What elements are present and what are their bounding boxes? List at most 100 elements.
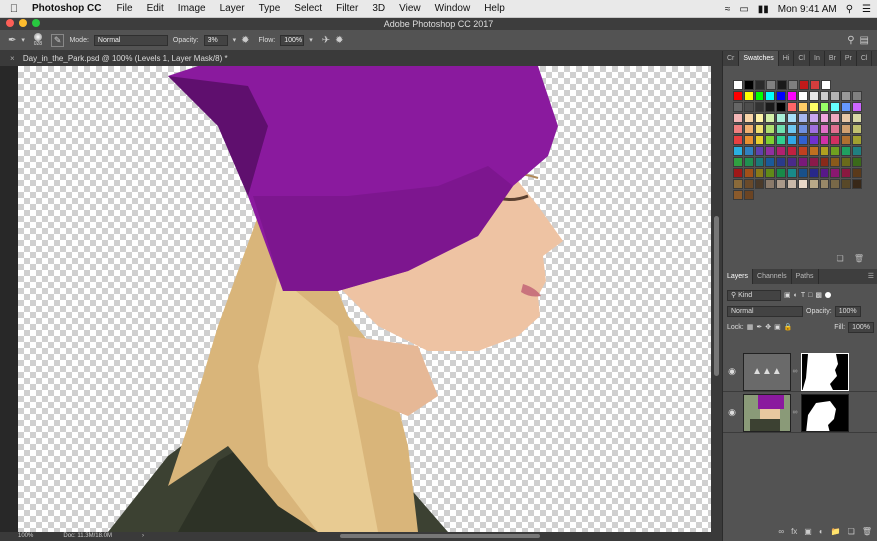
swatch[interactable] [743, 124, 754, 134]
swatch[interactable] [819, 168, 830, 178]
clock[interactable]: Mon 9:41 AM [778, 4, 837, 15]
swatch[interactable] [776, 157, 787, 167]
menu-3d[interactable]: 3D [365, 3, 392, 14]
menu-help[interactable]: Help [477, 3, 512, 14]
blend-mode-select[interactable]: Normal [727, 305, 803, 317]
eye-icon[interactable]: ◉ [723, 366, 741, 377]
swatch[interactable] [733, 113, 743, 123]
swatch[interactable] [830, 157, 841, 167]
swatch[interactable] [733, 135, 743, 145]
swatch[interactable] [787, 102, 797, 112]
tab-brushes[interactable]: Br [825, 51, 841, 66]
swatch[interactable] [765, 157, 776, 167]
swatch[interactable] [776, 124, 787, 134]
swatch[interactable] [776, 179, 787, 189]
swatch[interactable] [830, 135, 841, 145]
zoom-window-button[interactable] [32, 19, 40, 27]
swatch[interactable] [765, 102, 776, 112]
eye-icon[interactable]: ◉ [723, 407, 741, 418]
chevron-right-icon[interactable]: › [142, 532, 144, 541]
photo-layer-thumbnail[interactable] [743, 393, 791, 432]
chevron-down-icon[interactable]: ▾ [309, 36, 313, 44]
filter-pixel-icon[interactable]: ▣ [784, 291, 791, 299]
vertical-scrollbar[interactable] [711, 66, 722, 532]
swatch[interactable] [776, 113, 787, 123]
layer-row-photo[interactable]: ◉ ∞ [723, 393, 877, 433]
swatch[interactable] [733, 157, 743, 167]
swatch[interactable] [765, 135, 776, 145]
swatch[interactable] [733, 190, 743, 200]
swatch[interactable] [808, 113, 819, 123]
link-icon[interactable]: ∞ [791, 368, 799, 375]
close-window-button[interactable] [6, 19, 14, 27]
chevron-down-icon[interactable]: ▾ [233, 36, 237, 44]
lock-artboard-icon[interactable]: ▣ [774, 323, 781, 331]
swatch[interactable] [754, 102, 765, 112]
menu-view[interactable]: View [392, 3, 428, 14]
swatch[interactable] [819, 113, 830, 123]
levels-adjustment-thumbnail[interactable]: ▲▲▲ [743, 352, 791, 391]
tab-history[interactable]: Hi [779, 51, 795, 66]
swatch[interactable] [743, 168, 754, 178]
swatch[interactable] [743, 157, 754, 167]
layer-mask-thumbnail[interactable] [801, 352, 849, 391]
swatch[interactable] [852, 113, 862, 123]
airplay-icon[interactable]: ▭ [739, 4, 748, 15]
document-tab[interactable]: × Day_in_the_Park.psd @ 100% (Levels 1, … [0, 51, 722, 66]
swatch[interactable] [765, 179, 776, 189]
swatch[interactable] [754, 146, 765, 156]
swatch[interactable] [733, 124, 743, 134]
notification-center-icon[interactable]: ☰ [862, 4, 871, 15]
swatch[interactable] [787, 179, 797, 189]
swatch[interactable] [841, 124, 852, 134]
search-icon[interactable]: ⚲ [846, 4, 853, 15]
swatch[interactable] [787, 91, 797, 101]
swatch[interactable] [808, 124, 819, 134]
swatch[interactable] [852, 91, 862, 101]
zoom-level[interactable]: 100% [18, 532, 33, 541]
apple-icon[interactable]:  [0, 3, 28, 15]
menu-type[interactable]: Type [252, 3, 288, 14]
new-layer-icon[interactable]: ❏ [848, 527, 855, 541]
swatch[interactable] [852, 168, 862, 178]
document-canvas[interactable] [18, 66, 711, 532]
swatch[interactable] [808, 135, 819, 145]
trash-icon[interactable]: 🗑 [862, 527, 872, 541]
doc-size[interactable]: Doc: 11.3M/18.0M [63, 532, 112, 541]
swatch[interactable] [830, 168, 841, 178]
swatch[interactable] [830, 124, 841, 134]
swatch[interactable] [830, 113, 841, 123]
swatch[interactable] [743, 146, 754, 156]
filter-adjustment-icon[interactable]: ◐ [794, 292, 798, 299]
swatch[interactable] [819, 179, 830, 189]
swatch[interactable] [787, 146, 797, 156]
swatch[interactable] [830, 146, 841, 156]
swatch[interactable] [787, 157, 797, 167]
swatch[interactable] [808, 91, 819, 101]
vertical-scroll-thumb[interactable] [714, 216, 719, 376]
swatch[interactable] [787, 168, 797, 178]
layer-row-levels[interactable]: ◉ ▲▲▲ ∞ [723, 352, 877, 392]
brush-panel-toggle-icon[interactable]: ✎ [50, 33, 65, 47]
swatch[interactable] [787, 135, 797, 145]
swatch[interactable] [765, 113, 776, 123]
pressure-opacity-icon[interactable]: ✹ [241, 35, 249, 46]
chevron-down-icon[interactable]: ▾ [21, 36, 25, 44]
swatch[interactable] [776, 168, 787, 178]
swatch[interactable] [765, 146, 776, 156]
swatch[interactable] [852, 124, 862, 134]
swatch[interactable] [819, 135, 830, 145]
brush-preset-picker[interactable]: 028 [30, 33, 46, 47]
swatch[interactable] [754, 157, 765, 167]
brush-tool-icon[interactable]: ✒ [8, 35, 16, 46]
swatch[interactable] [787, 124, 797, 134]
tab-properties[interactable]: Pr [841, 51, 857, 66]
swatch[interactable] [830, 102, 841, 112]
filter-type-icon[interactable]: T [801, 292, 805, 299]
swatch[interactable] [797, 91, 808, 101]
swatch[interactable] [797, 124, 808, 134]
swatch[interactable] [841, 157, 852, 167]
swatch[interactable] [808, 168, 819, 178]
filter-toggle[interactable] [825, 292, 831, 298]
swatch[interactable] [744, 80, 754, 90]
